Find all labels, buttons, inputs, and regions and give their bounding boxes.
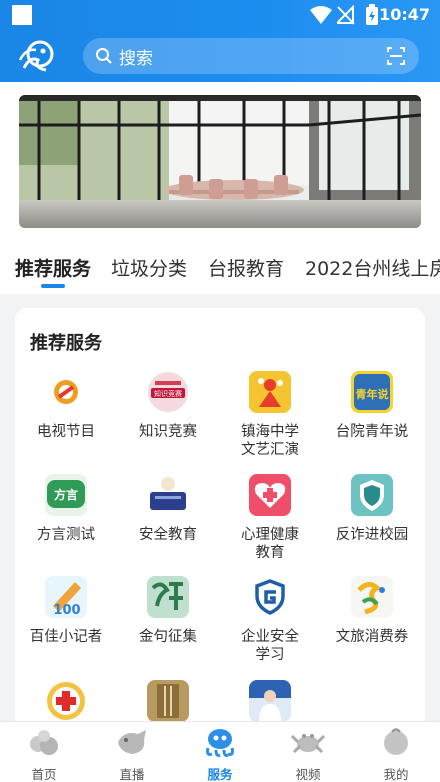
- video-icon: [290, 734, 326, 754]
- home-icon: [30, 730, 58, 755]
- notification-icon: [12, 5, 32, 25]
- nav-profile[interactable]: 我的: [352, 726, 440, 782]
- app-logo-icon[interactable]: [16, 38, 60, 74]
- battery-icon: [366, 4, 378, 25]
- doctor-icon: [249, 680, 291, 722]
- profile-icon: [384, 728, 408, 755]
- svg-text:知识竞赛: 知识竞赛: [154, 389, 182, 398]
- service-doctor[interactable]: [219, 680, 321, 722]
- anti-fraud-icon: [351, 474, 393, 516]
- service-tv-program[interactable]: 电视节目: [15, 371, 117, 441]
- scan-icon[interactable]: [385, 46, 407, 66]
- banner-image[interactable]: [19, 95, 421, 228]
- service-anti-fraud[interactable]: 反诈进校园: [321, 474, 423, 544]
- app-header: 10:47 搜索: [0, 0, 440, 82]
- service-icon: [206, 729, 234, 757]
- tab-garbage-sorting[interactable]: 垃圾分类: [111, 254, 187, 281]
- service-vs[interactable]: [117, 680, 219, 722]
- svg-text:青年说: 青年说: [356, 387, 389, 401]
- svg-text:100: 100: [53, 603, 80, 618]
- nav-video[interactable]: 视频: [264, 726, 352, 782]
- bottom-navigation: 首页 直播 服务 视频 我的: [0, 721, 440, 782]
- mental-health-icon: [249, 474, 291, 516]
- category-tabs: 推荐服务 垃圾分类 台报教育 2022台州线上房: [0, 240, 440, 294]
- enterprise-safety-icon: [249, 576, 291, 618]
- no-signal-icon: [337, 5, 355, 25]
- service-reporter[interactable]: 100 百佳小记者: [15, 576, 117, 646]
- red-cross-icon: [45, 680, 87, 722]
- service-safety-education[interactable]: 安全教育: [117, 474, 219, 544]
- status-time: 10:47: [379, 5, 430, 24]
- tv-program-icon: [45, 371, 87, 413]
- status-bar: 10:47: [0, 0, 440, 30]
- service-red-cross[interactable]: [15, 680, 117, 722]
- reporter-icon: 100: [45, 576, 87, 618]
- service-enterprise-safety[interactable]: 企业安全 学习: [219, 576, 321, 664]
- active-tab-indicator: [41, 284, 65, 288]
- dialect-icon: 方言: [45, 474, 87, 516]
- section-title: 推荐服务: [30, 333, 102, 354]
- quiz-icon: 知识竞赛: [147, 371, 189, 413]
- search-icon: [96, 48, 112, 64]
- youth-talk-icon: 青年说: [351, 371, 393, 413]
- search-placeholder: 搜索: [119, 48, 153, 69]
- svg-text:方言: 方言: [54, 487, 78, 502]
- nav-home[interactable]: 首页: [0, 726, 88, 782]
- quote-icon: [147, 576, 189, 618]
- performance-icon: [249, 371, 291, 413]
- tab-recommended[interactable]: 推荐服务: [15, 254, 91, 281]
- wifi-icon: [310, 6, 332, 24]
- service-youth-talk[interactable]: 青年说 台院青年说: [321, 371, 423, 441]
- coupon-icon: [351, 576, 393, 618]
- service-knowledge-quiz[interactable]: 知识竞赛 知识竞赛: [117, 371, 219, 441]
- service-quote-collection[interactable]: 金句征集: [117, 576, 219, 646]
- tab-online-housing[interactable]: 2022台州线上房: [305, 254, 440, 281]
- service-travel-coupon[interactable]: 文旅消费券: [321, 576, 423, 646]
- safety-education-icon: [147, 474, 189, 516]
- vs-icon: [147, 680, 189, 722]
- nav-service[interactable]: 服务: [176, 726, 264, 782]
- services-card: 推荐服务 电视节目 知识竞赛 知识竞赛 镇海中学 文艺汇演 青年说 台院青年说 方…: [15, 308, 425, 738]
- tab-newspaper-education[interactable]: 台报教育: [208, 254, 284, 281]
- service-mental-health[interactable]: 心理健康 教育: [219, 474, 321, 562]
- search-bar[interactable]: 搜索: [83, 38, 419, 74]
- nav-live[interactable]: 直播: [88, 726, 176, 782]
- live-icon: [118, 730, 146, 754]
- service-school-performance[interactable]: 镇海中学 文艺汇演: [219, 371, 321, 459]
- service-dialect-test[interactable]: 方言 方言测试: [15, 474, 117, 544]
